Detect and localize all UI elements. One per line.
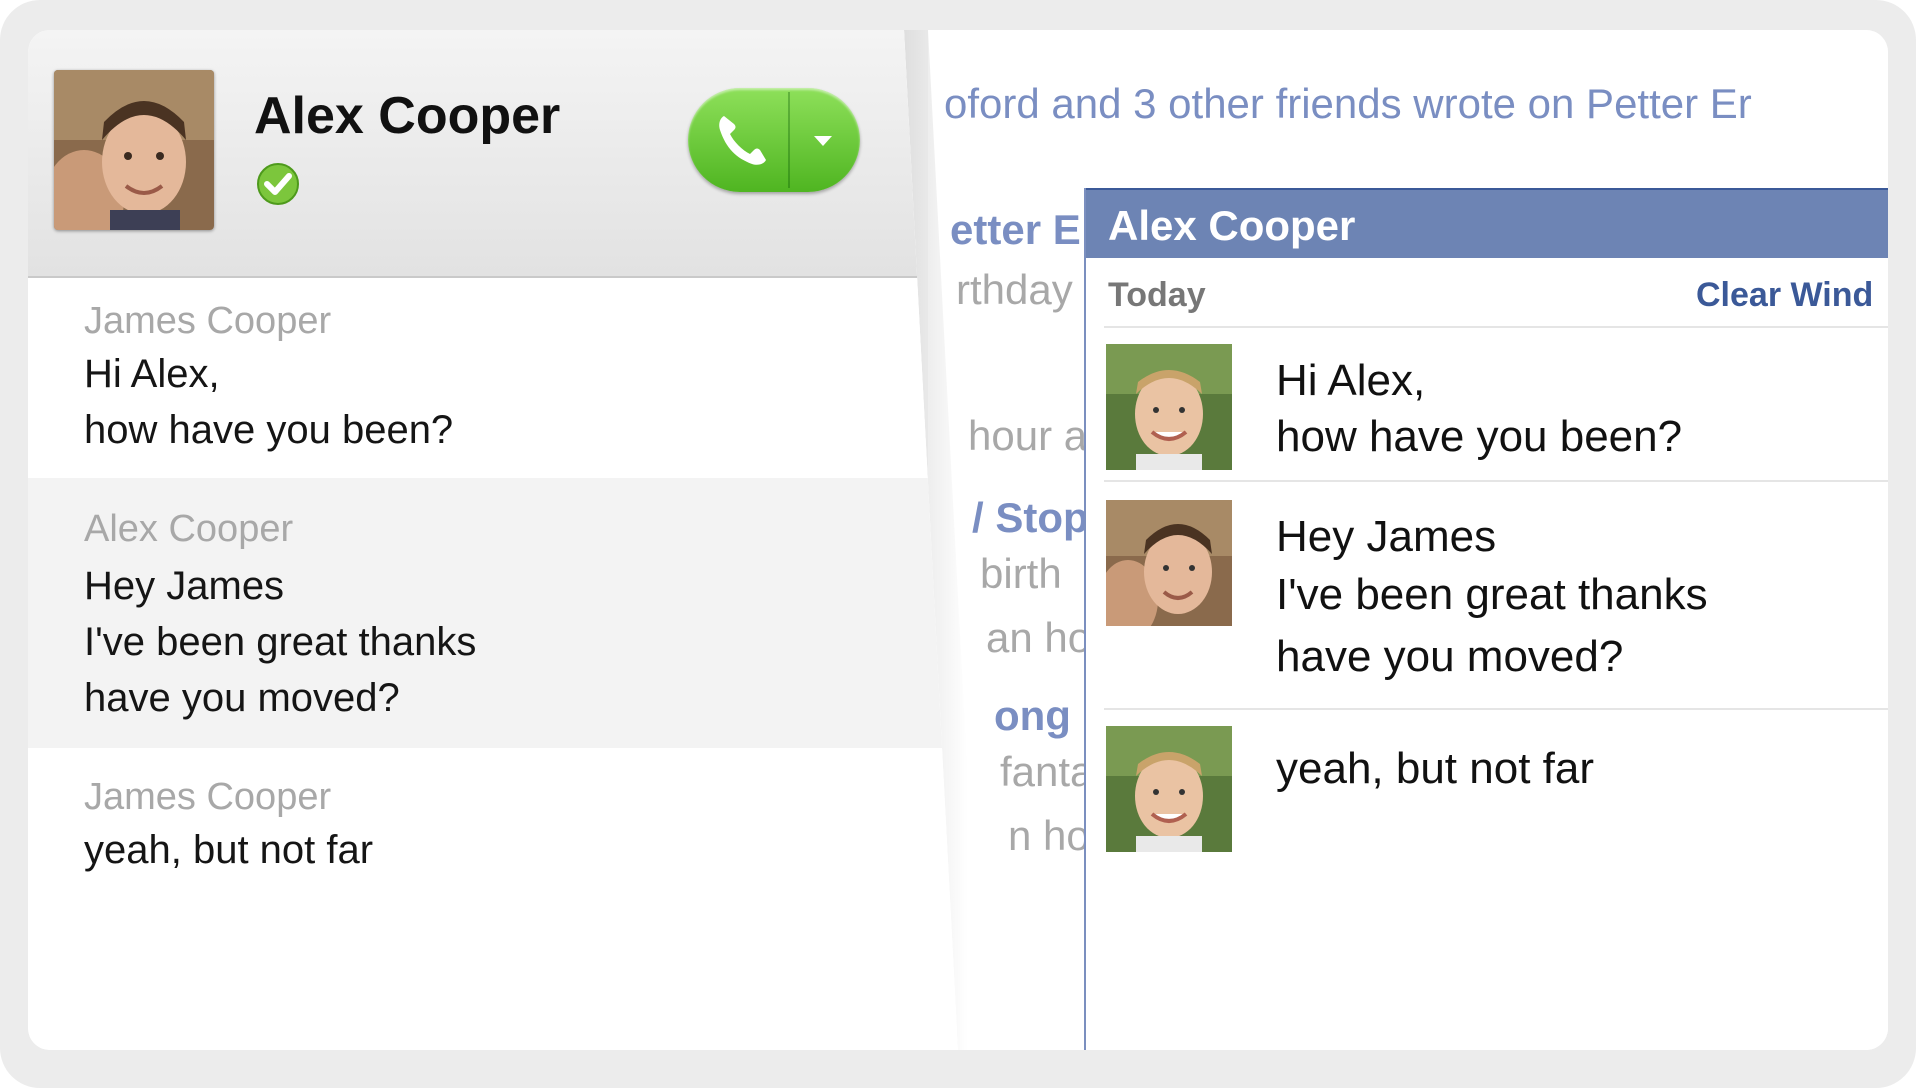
chat-titlebar[interactable]: Alex Cooper — [1086, 188, 1888, 258]
feed-fragment: n ho — [1008, 812, 1090, 859]
message-line: Hi Alex, — [84, 352, 220, 396]
showcase-canvas: oford and 3 other friends wrote on Pette… — [28, 30, 1888, 1050]
date-label: Today — [1108, 276, 1206, 314]
feed-fragment: rthday — [956, 266, 1073, 313]
feed-fragment: hour a — [968, 412, 1088, 459]
message-line: have you moved? — [1276, 632, 1624, 681]
divider — [1104, 708, 1888, 710]
divider — [1104, 480, 1888, 482]
avatar[interactable] — [1106, 500, 1232, 626]
avatar[interactable] — [54, 70, 214, 230]
chat-title: Alex Cooper — [1108, 202, 1356, 249]
feed-fragment: etter E — [950, 206, 1081, 253]
message-line: I've been great thanks — [1276, 570, 1708, 619]
facebook-chat-window: Alex Cooper Today Clear Wind Hi Alex, ho… — [1084, 188, 1888, 1050]
feed-fragment: birth — [980, 550, 1062, 597]
message-item: James Cooper yeah, but not far — [28, 748, 958, 1050]
message-line: how have you been? — [84, 408, 454, 452]
chevron-down-icon[interactable] — [808, 132, 838, 150]
message-line: have you moved? — [84, 676, 400, 720]
feed-line-text: oford and 3 other friends wrote on Pette… — [944, 80, 1752, 127]
feed-line: oford and 3 other friends wrote on Pette… — [944, 80, 1752, 128]
call-button[interactable] — [688, 88, 860, 192]
call-button-divider — [788, 92, 790, 188]
online-status-icon — [254, 160, 302, 208]
divider — [1104, 326, 1888, 328]
clear-window-link[interactable]: Clear Wind — [1696, 276, 1873, 315]
avatar[interactable] — [1106, 726, 1232, 852]
feed-fragment: / Stop — [972, 494, 1089, 541]
avatar[interactable] — [1106, 344, 1232, 470]
message-line: how have you been? — [1276, 412, 1683, 461]
contact-name: Alex Cooper — [254, 87, 561, 145]
message-sender: Alex Cooper — [84, 508, 294, 550]
message-line: I've been great thanks — [84, 620, 477, 664]
skype-conversation-panel: Alex Cooper James Cooper Hi Alex, how ha… — [28, 30, 958, 1050]
message-line: Hey James — [84, 564, 285, 608]
message-sender: James Cooper — [84, 776, 332, 818]
phone-icon — [719, 116, 766, 165]
feed-fragment: fanta — [1000, 748, 1094, 795]
message-line: yeah, but not far — [1276, 744, 1594, 793]
conversation-header: Alex Cooper — [28, 30, 958, 278]
message-line: Hey James — [1276, 512, 1497, 561]
message-item: James Cooper Hi Alex, how have you been? — [28, 278, 958, 478]
message-sender: James Cooper — [84, 300, 332, 342]
feed-fragment: ong — [994, 692, 1071, 739]
message-item: Alex Cooper Hey James I've been great th… — [28, 478, 958, 748]
feed-fragment: an ho — [986, 614, 1092, 661]
showcase-frame: oford and 3 other friends wrote on Pette… — [0, 0, 1916, 1088]
message-line: yeah, but not far — [84, 828, 374, 872]
message-line: Hi Alex, — [1276, 356, 1426, 405]
